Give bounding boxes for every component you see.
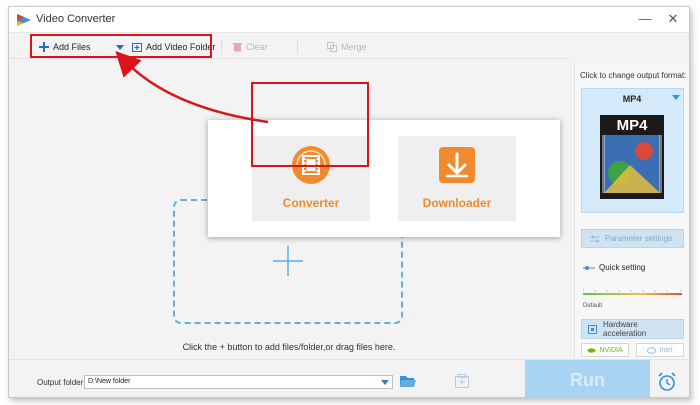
nvidia-label: NVIDIA <box>599 346 623 354</box>
app-window: Video Converter — ✕ Add Files Add Video … <box>8 6 690 398</box>
output-folder-dropdown-icon[interactable] <box>381 380 389 385</box>
add-files-highlight-box <box>30 34 212 58</box>
output-settings-panel: Click to change output format: MP4 MP4 P… <box>574 64 689 359</box>
intel-badge[interactable]: Intel <box>636 343 684 357</box>
parameter-settings-button[interactable]: Parameter settings <box>581 229 684 248</box>
toolbar-separator <box>221 40 222 54</box>
converter-label: Converter <box>282 196 340 210</box>
change-format-label: Click to change output format: <box>580 71 687 80</box>
sliders-icon <box>590 235 600 242</box>
hardware-acceleration-label: Hardware acceleration <box>603 320 647 338</box>
quick-setting-row: Quick setting <box>583 263 645 272</box>
trash-icon <box>233 43 242 52</box>
open-folder-icon[interactable] <box>400 374 416 388</box>
merge-button[interactable]: Merge <box>327 38 367 56</box>
clear-label: Clear <box>246 42 268 52</box>
downloader-label: Downloader <box>422 196 492 210</box>
parameter-settings-label: Parameter settings <box>605 234 673 243</box>
quality-slider[interactable] <box>583 288 682 300</box>
batch-folder-icon[interactable] <box>455 374 469 388</box>
nvidia-badge[interactable]: NVIDIA <box>581 343 629 357</box>
mp4-format-icon: MP4 <box>600 115 664 199</box>
toolbar-separator <box>297 40 298 54</box>
merge-icon <box>327 42 337 52</box>
hardware-acceleration-checkbox[interactable] <box>588 324 597 334</box>
clear-button[interactable]: Clear <box>233 38 268 56</box>
merge-label: Merge <box>341 42 367 52</box>
quick-setting-icon <box>583 265 595 270</box>
hardware-acceleration-toggle[interactable]: Hardware acceleration <box>581 319 684 339</box>
run-button[interactable]: Run <box>525 360 650 397</box>
output-folder-field[interactable]: D:\New folder <box>84 375 393 389</box>
title-bar: Video Converter — ✕ <box>9 7 689 33</box>
output-folder-label: Output folder: <box>37 378 86 387</box>
converter-highlight-box <box>251 82 369 167</box>
output-format-selector[interactable]: MP4 MP4 <box>581 88 684 213</box>
close-button[interactable]: ✕ <box>663 9 683 29</box>
bottom-bar: Output folder: D:\New folder Run <box>9 359 689 397</box>
add-plus-icon[interactable] <box>273 246 303 276</box>
nvidia-logo-icon <box>587 347 597 353</box>
intel-logo-icon <box>647 346 657 354</box>
quick-setting-label: Quick setting <box>599 263 646 272</box>
default-label: Default <box>583 303 603 309</box>
alarm-clock-icon[interactable] <box>657 372 677 392</box>
minimize-button[interactable]: — <box>635 9 655 29</box>
app-logo-icon <box>17 14 31 26</box>
app-title: Video Converter <box>36 13 116 25</box>
format-thumb-text: MP4 <box>617 117 649 134</box>
downloader-tile[interactable]: Downloader <box>398 136 516 221</box>
drop-hint-text: Click the + button to add files/folder,o… <box>182 342 396 352</box>
intel-label: Intel <box>659 346 673 354</box>
format-name: MP4 <box>622 94 642 104</box>
format-dropdown-icon[interactable] <box>672 95 680 100</box>
download-icon <box>439 147 475 183</box>
